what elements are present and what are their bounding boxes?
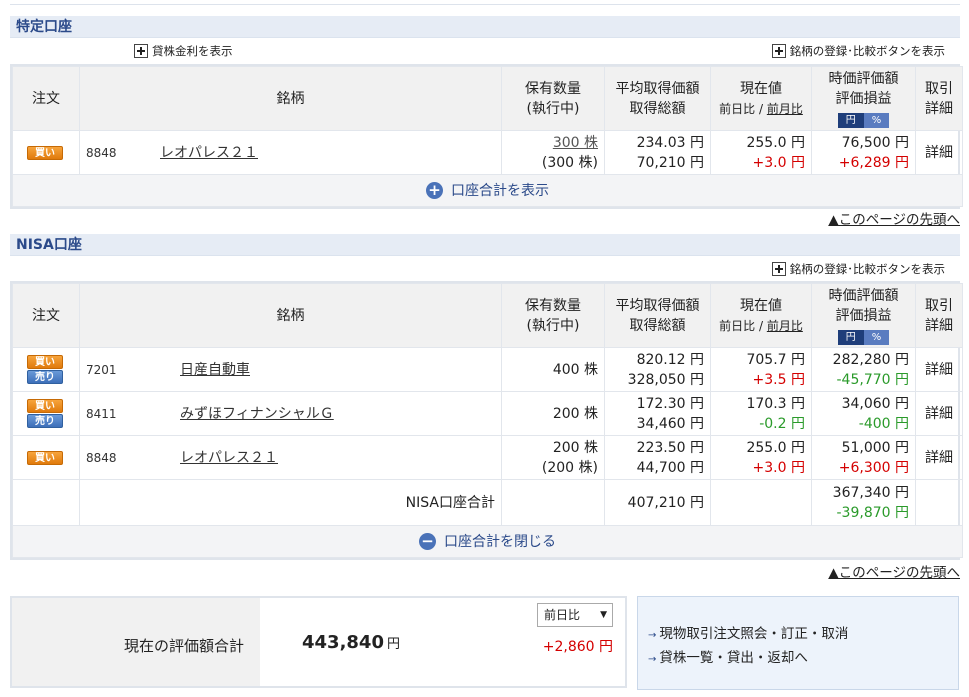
detail-link[interactable]: 詳細: [915, 347, 963, 392]
nisa-total-cost: 407,210 円: [604, 479, 711, 526]
nisa-holdings-table: 注文 銘柄 保有数量 (執行中) 平均取得価額 取得総額 現在値 前日比 / 前月比…: [10, 281, 963, 560]
stock-name-link[interactable]: レオパレス２１: [160, 143, 258, 163]
related-links-panel: → 現物取引注文照会・訂正・取消 → 貸株一覧・貸出・返却へ: [637, 596, 959, 690]
summary-value-panel: 443,840 円 前日比 ▼ +2,860 円: [260, 598, 625, 686]
tokutei-holdings-table: 注文 銘柄 保有数量 (執行中) 平均取得価額 取得総額 現在値 前日比 / 前月比…: [10, 64, 963, 209]
table-row: 買い 売り 7201 日産自動車 400 株 820.12 円 328,050 円 …: [12, 347, 963, 392]
table-header-row: 注文 銘柄 保有数量 (執行中) 平均取得価額 取得総額 現在値 前日比 / 前月比…: [12, 283, 963, 348]
sell-button[interactable]: 売り: [27, 370, 63, 384]
col-current: 現在値 前日比 / 前月比: [710, 283, 812, 348]
buy-button[interactable]: 買い: [27, 399, 63, 413]
col-name: 銘柄: [79, 66, 502, 131]
plus-square-icon: [771, 44, 786, 58]
page-top-link[interactable]: ▲このページの先頭へ: [828, 561, 960, 581]
arrow-right-icon: →: [648, 654, 657, 665]
summary-amount: 443,840 円: [302, 632, 400, 653]
table-row: 買い 8848 レオパレス２１ 300 株 (300 株) 234.03 円 70,2…: [12, 130, 963, 175]
nisa-total-value: 367,340 円: [832, 484, 909, 501]
col-detail: 取引 詳細: [915, 283, 963, 348]
chevron-down-icon: ▼: [600, 610, 607, 620]
nisa-total-label: NISA口座合計: [79, 479, 502, 526]
link-lending-list[interactable]: → 貸株一覧・貸出・返却へ: [648, 647, 958, 671]
col-value: 時価評価額 評価損益 円%: [811, 283, 916, 348]
plus-circle-icon: +: [426, 182, 443, 199]
collapse-total-row[interactable]: − 口座合計を閉じる: [12, 525, 963, 558]
buy-button[interactable]: 買い: [27, 450, 63, 465]
stock-code: 7201: [86, 362, 117, 377]
unit-toggle[interactable]: 円%: [837, 112, 890, 128]
arrow-right-icon: →: [648, 630, 657, 641]
section-title-tokutei: 特定口座: [10, 16, 960, 38]
detail-link[interactable]: 詳細: [915, 391, 963, 436]
summary-change: +2,860 円: [542, 639, 613, 655]
table-header-row: 注文 銘柄 保有数量 (執行中) 平均取得価額 取得総額 現在値 前日比 / 前月比…: [12, 66, 963, 131]
toggle-percent[interactable]: %: [863, 329, 890, 345]
expand-total-label[interactable]: 口座合計を表示: [451, 183, 549, 199]
link-order-inquiry[interactable]: → 現物取引注文照会・訂正・取消: [648, 623, 958, 647]
day-change-label: 前日比: [719, 101, 756, 116]
col-value: 時価評価額 評価損益 円%: [811, 66, 916, 131]
lending-rate-toggle[interactable]: 貸株金利を表示: [134, 43, 233, 59]
buy-button[interactable]: 買い: [27, 145, 63, 160]
table-row: 買い 売り 8411 みずほフィナンシャルＧ 200 株 172.30 円 34,4…: [12, 391, 963, 436]
table-row: 買い 8848 レオパレス２１ 200 株 (200 株) 223.50 円 44,7…: [12, 435, 963, 480]
detail-link[interactable]: 詳細: [915, 130, 963, 175]
col-order: 注文: [12, 283, 80, 348]
col-order: 注文: [12, 66, 80, 131]
col-qty: 保有数量 (執行中): [501, 66, 605, 131]
day-change-label: 前日比: [719, 318, 756, 333]
detail-link[interactable]: 詳細: [915, 435, 963, 480]
valuation-summary: 現在の評価額合計 443,840 円 前日比 ▼ +2,860 円: [10, 596, 627, 688]
register-compare-label: 銘柄の登録･比較ボタンを表示: [789, 44, 945, 58]
col-avg: 平均取得価額 取得総額: [604, 66, 711, 131]
col-detail: 取引 詳細: [915, 66, 963, 131]
expand-total-row[interactable]: + 口座合計を表示: [12, 174, 963, 207]
stock-code: 8848: [86, 450, 117, 465]
stock-name-link[interactable]: 日産自動車: [180, 360, 250, 380]
page-top-link[interactable]: ▲このページの先頭へ: [828, 208, 960, 228]
stock-code: 8848: [86, 145, 117, 160]
plus-square-icon: [771, 262, 786, 276]
minus-circle-icon: −: [419, 533, 436, 550]
comparison-select[interactable]: 前日比 ▼: [537, 603, 613, 627]
section-title-nisa: NISA口座: [10, 234, 960, 256]
register-compare-toggle-nisa[interactable]: 銘柄の登録･比較ボタンを表示: [771, 261, 945, 277]
sell-button[interactable]: 売り: [27, 414, 63, 428]
qty-link[interactable]: 300 株: [508, 133, 598, 153]
stock-code: 8411: [86, 406, 117, 421]
collapse-total-label[interactable]: 口座合計を閉じる: [444, 534, 556, 550]
toggle-yen[interactable]: 円: [837, 329, 864, 345]
stock-name-link[interactable]: みずほフィナンシャルＧ: [180, 404, 334, 424]
col-qty: 保有数量 (執行中): [501, 283, 605, 348]
col-name: 銘柄: [79, 283, 502, 348]
unit-toggle[interactable]: 円%: [837, 329, 890, 345]
nisa-total-row: NISA口座合計 407,210 円 367,340 円 -39,870 円: [12, 479, 963, 526]
top-divider: [10, 4, 960, 5]
register-compare-label: 銘柄の登録･比較ボタンを表示: [789, 262, 945, 276]
lending-rate-label: 貸株金利を表示: [152, 44, 233, 58]
month-change-link[interactable]: 前月比: [767, 319, 803, 333]
buy-button[interactable]: 買い: [27, 355, 63, 369]
nisa-total-pl: -39,870 円: [836, 504, 910, 521]
register-compare-toggle-tokutei[interactable]: 銘柄の登録･比較ボタンを表示: [771, 43, 945, 59]
summary-label: 現在の評価額合計: [124, 637, 245, 655]
month-change-link[interactable]: 前月比: [767, 102, 803, 116]
toggle-yen[interactable]: 円: [837, 112, 864, 128]
plus-square-icon: [134, 44, 148, 58]
col-avg: 平均取得価額 取得総額: [604, 283, 711, 348]
stock-name-link[interactable]: レオパレス２１: [180, 448, 278, 468]
toggle-percent[interactable]: %: [863, 112, 890, 128]
col-current: 現在値 前日比 / 前月比: [710, 66, 812, 131]
